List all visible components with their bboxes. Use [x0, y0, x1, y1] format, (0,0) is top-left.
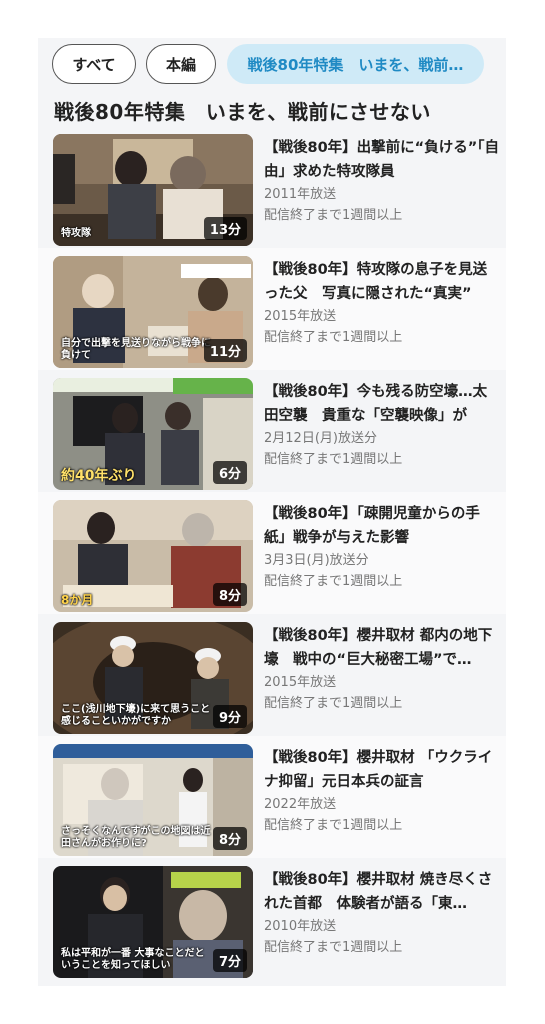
content-panel: すべて 本編 戦後80年特集 いまを、戦前… 戦後80年特集 いまを、戦前にさせ… [38, 38, 506, 986]
duration-badge: 6分 [212, 461, 247, 484]
duration-badge: 9分 [212, 705, 247, 728]
video-info: 【戦後80年】櫻井取材 焼き尽くされた首都 体験者が語る「東… 2010年放送 … [264, 868, 500, 958]
availability-text: 配信終了まで1週間以上 [264, 208, 403, 223]
availability-text: 配信終了まで1週間以上 [264, 940, 403, 955]
video-info: 【戦後80年】「疎開児童からの手紙」戦争が与えた影響 3月3日(月)放送分 配信… [264, 502, 500, 592]
video-item[interactable]: さっそくなんですがこの地図は近田さんがお作りに? 8分 【戦後80年】櫻井取材 … [38, 736, 506, 858]
section-title: 戦後80年特集 いまを、戦前にさせない [54, 100, 431, 124]
air-date: 2022年放送 [264, 797, 337, 812]
duration-badge: 13分 [203, 217, 247, 240]
video-info: 【戦後80年】出撃前に“負ける”「自由」求めた特攻隊員 2011年放送 配信終了… [264, 136, 500, 226]
video-thumbnail[interactable]: ここ(浅川地下壕)に来て思うこと感じることいかがですか 9分 [53, 622, 253, 734]
air-date: 2月12日(月)放送分 [264, 431, 377, 446]
air-date: 2015年放送 [264, 309, 337, 324]
video-info: 【戦後80年】特攻隊の息子を見送った父 写真に隠された“真実” 2015年放送 … [264, 258, 500, 348]
video-item[interactable]: 私は平和が一番 大事なことだということを知ってほしい 7分 【戦後80年】櫻井取… [38, 858, 506, 980]
video-item[interactable]: ここ(浅川地下壕)に来て思うこと感じることいかがですか 9分 【戦後80年】櫻井… [38, 614, 506, 736]
thumbnail-caption: 約40年ぶり [61, 468, 137, 484]
video-info: 【戦後80年】今も残る防空壕…太田空襲 貴重な「空襲映像」が 2月12日(月)放… [264, 380, 500, 470]
video-thumbnail[interactable]: 特攻隊 13分 [53, 134, 253, 246]
video-item[interactable]: 特攻隊 13分 【戦後80年】出撃前に“負ける”「自由」求めた特攻隊員 2011… [38, 126, 506, 248]
video-thumbnail[interactable]: 私は平和が一番 大事なことだということを知ってほしい 7分 [53, 866, 253, 978]
video-info: 【戦後80年】櫻井取材 「ウクライナ抑留」元日本兵の証言 2022年放送 配信終… [264, 746, 500, 836]
air-date: 3月3日(月)放送分 [264, 553, 369, 568]
thumbnail-caption: 8か月 [61, 593, 94, 607]
availability-text: 配信終了まで1週間以上 [264, 696, 403, 711]
video-item[interactable]: 約40年ぶり 6分 【戦後80年】今も残る防空壕…太田空襲 貴重な「空襲映像」が… [38, 370, 506, 492]
video-title[interactable]: 【戦後80年】特攻隊の息子を見送った父 写真に隠された“真実” [264, 258, 500, 306]
thumbnail-caption: 自分で出撃を見送りながら戦争に負けて [61, 338, 211, 361]
video-title[interactable]: 【戦後80年】「疎開児童からの手紙」戦争が与えた影響 [264, 502, 500, 550]
availability-text: 配信終了まで1週間以上 [264, 452, 403, 467]
tab-postwar-80-special[interactable]: 戦後80年特集 いまを、戦前… [227, 44, 484, 84]
video-thumbnail[interactable]: 自分で出撃を見送りながら戦争に負けて 11分 [53, 256, 253, 368]
duration-badge: 8分 [212, 583, 247, 606]
video-thumbnail[interactable]: 約40年ぶり 6分 [53, 378, 253, 490]
tab-all[interactable]: すべて [52, 44, 136, 84]
duration-badge: 8分 [212, 827, 247, 850]
video-title[interactable]: 【戦後80年】櫻井取材 都内の地下壕 戦中の“巨大秘密工場”で… [264, 624, 500, 672]
video-title[interactable]: 【戦後80年】出撃前に“負ける”「自由」求めた特攻隊員 [264, 136, 500, 184]
duration-badge: 11分 [203, 339, 247, 362]
air-date: 2015年放送 [264, 675, 337, 690]
video-title[interactable]: 【戦後80年】今も残る防空壕…太田空襲 貴重な「空襲映像」が [264, 380, 500, 428]
video-thumbnail[interactable]: 8か月 8分 [53, 500, 253, 612]
availability-text: 配信終了まで1週間以上 [264, 330, 403, 345]
video-info: 【戦後80年】櫻井取材 都内の地下壕 戦中の“巨大秘密工場”で… 2015年放送… [264, 624, 500, 714]
availability-text: 配信終了まで1週間以上 [264, 574, 403, 589]
availability-text: 配信終了まで1週間以上 [264, 818, 403, 833]
video-thumbnail[interactable]: さっそくなんですがこの地図は近田さんがお作りに? 8分 [53, 744, 253, 856]
air-date: 2010年放送 [264, 919, 337, 934]
video-title[interactable]: 【戦後80年】櫻井取材 焼き尽くされた首都 体験者が語る「東… [264, 868, 500, 916]
thumbnail-caption: ここ(浅川地下壕)に来て思うこと感じることいかがですか [61, 704, 211, 727]
video-item[interactable]: 自分で出撃を見送りながら戦争に負けて 11分 【戦後80年】特攻隊の息子を見送っ… [38, 248, 506, 370]
thumbnail-caption: さっそくなんですがこの地図は近田さんがお作りに? [61, 826, 211, 849]
thumbnail-caption: 私は平和が一番 大事なことだということを知ってほしい [61, 948, 205, 971]
thumbnail-caption: 特攻隊 [61, 228, 91, 239]
air-date: 2011年放送 [264, 187, 337, 202]
tab-main[interactable]: 本編 [146, 44, 216, 84]
video-title[interactable]: 【戦後80年】櫻井取材 「ウクライナ抑留」元日本兵の証言 [264, 746, 500, 794]
duration-badge: 7分 [212, 949, 247, 972]
video-item[interactable]: 8か月 8分 【戦後80年】「疎開児童からの手紙」戦争が与えた影響 3月3日(月… [38, 492, 506, 614]
